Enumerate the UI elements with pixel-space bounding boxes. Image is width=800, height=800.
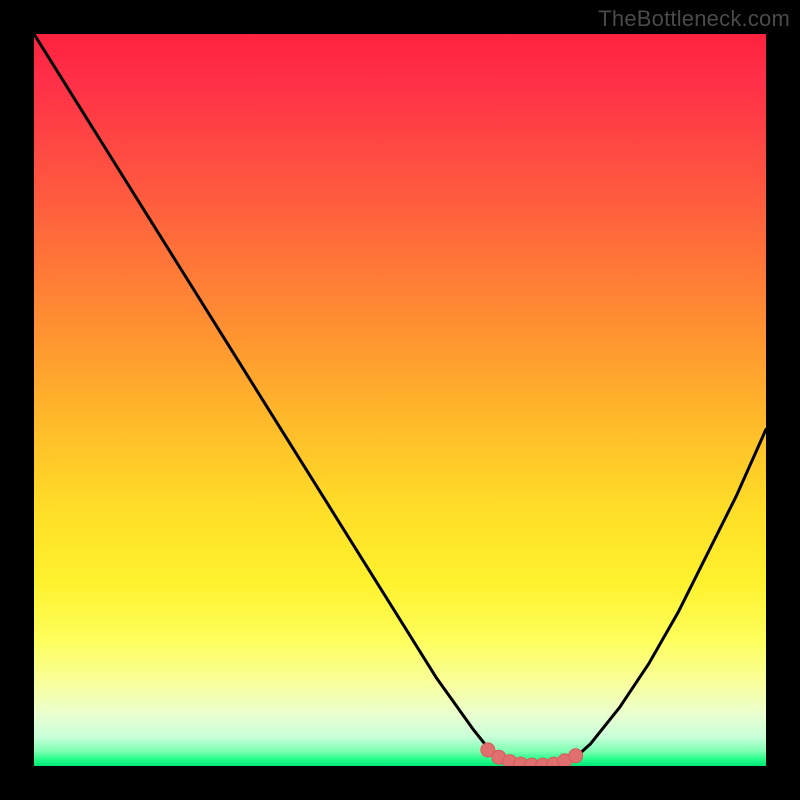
- minimum-marker: [569, 749, 583, 763]
- bottleneck-curve-path: [34, 34, 766, 765]
- chart-frame: TheBottleneck.com: [0, 0, 800, 800]
- curve-svg: [34, 34, 766, 766]
- watermark-text: TheBottleneck.com: [598, 6, 790, 32]
- plot-area: [34, 34, 766, 766]
- minimum-marker-group: [481, 743, 583, 766]
